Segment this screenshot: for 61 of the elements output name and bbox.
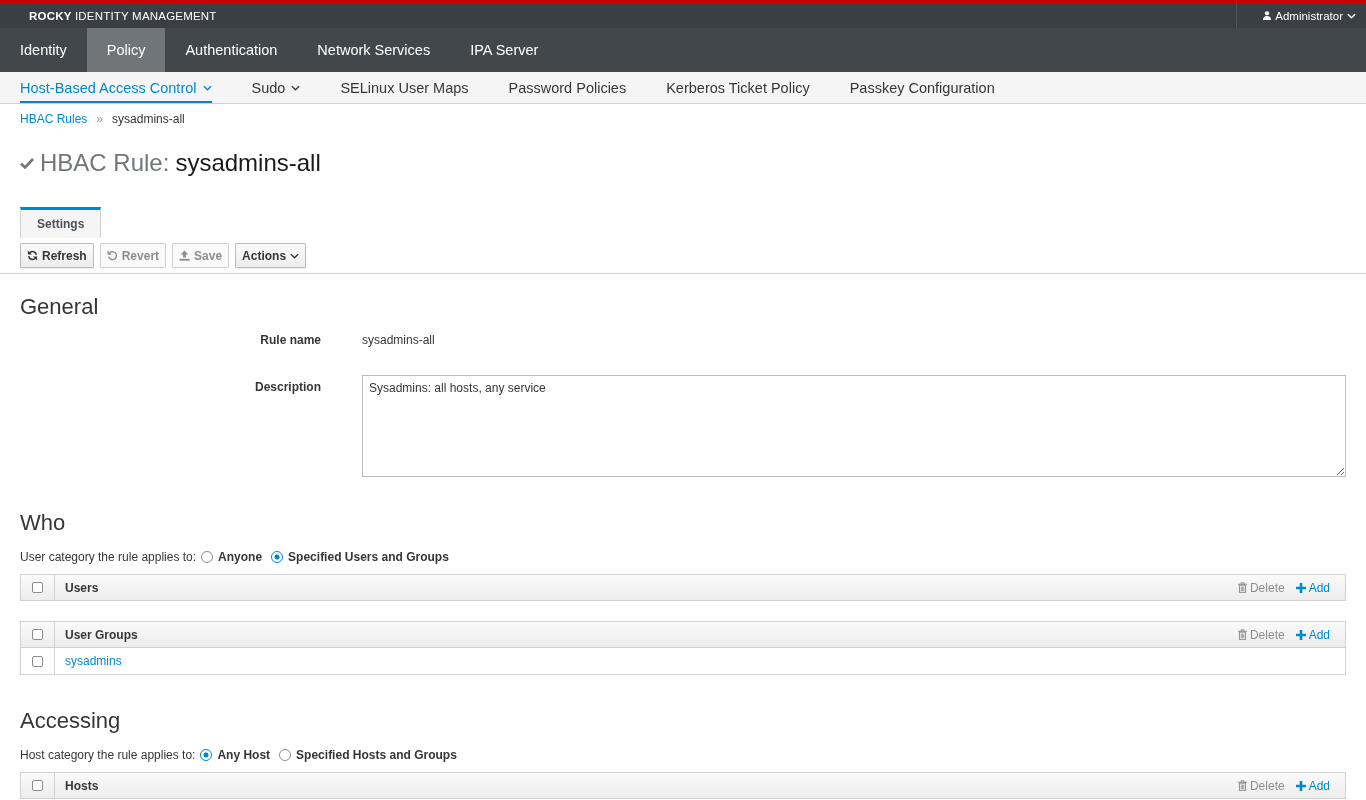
- category-label: Host category the rule applies to:: [20, 747, 196, 763]
- nav-tab[interactable]: Network Services: [297, 28, 451, 72]
- trash-icon: [1237, 582, 1247, 593]
- nav-tab[interactable]: Authentication: [165, 28, 298, 72]
- breadcrumb-current: sysadmins-all: [112, 111, 185, 127]
- sub-nav-tab[interactable]: Sudo: [251, 72, 301, 103]
- sub-nav-tab[interactable]: Host-Based Access Control: [20, 72, 212, 103]
- radio-label[interactable]: Specified Hosts and Groups: [296, 747, 457, 763]
- upload-icon: [179, 250, 191, 261]
- trash-icon: [1237, 780, 1247, 791]
- radio-button[interactable]: [201, 551, 214, 563]
- radio-label[interactable]: Any Host: [217, 747, 271, 763]
- column-header: User Groups: [64, 627, 139, 642]
- category-label: User category the rule applies to:: [20, 549, 197, 565]
- radio-label[interactable]: Anyone: [218, 549, 263, 565]
- nav-tab[interactable]: Policy: [86, 28, 166, 72]
- section-heading: Accessing: [20, 708, 122, 734]
- trash-icon: [1237, 629, 1247, 640]
- plus-icon: [1295, 780, 1306, 791]
- group-link[interactable]: sysadmins: [65, 654, 122, 668]
- add-button[interactable]: Add: [1295, 778, 1330, 793]
- radio-label[interactable]: Specified Users and Groups: [288, 549, 449, 565]
- chevron-down-icon: [1347, 12, 1356, 19]
- plus-icon: [1295, 629, 1306, 640]
- column-header: Hosts: [64, 778, 100, 793]
- add-button[interactable]: Add: [1295, 627, 1330, 642]
- radio-button[interactable]: [279, 749, 292, 761]
- check-icon: [20, 157, 34, 169]
- radio-button[interactable]: [271, 551, 284, 563]
- field-value: sysadmins-all: [362, 332, 435, 348]
- tab[interactable]: Settings: [20, 207, 102, 238]
- sub-nav-tab[interactable]: Passkey Configuration: [849, 72, 995, 103]
- checkbox[interactable]: [32, 629, 43, 640]
- section-heading: General: [20, 294, 100, 320]
- page-title-type: HBAC Rule:: [40, 149, 170, 177]
- description-field[interactable]: Sysadmins: all hosts, any service: [362, 375, 1346, 477]
- user-icon: [1263, 11, 1272, 20]
- nav-tab[interactable]: IPA Server: [450, 28, 559, 72]
- breadcrumb-separator: »: [96, 111, 104, 127]
- chevron-down-icon: [290, 252, 300, 259]
- brand-logo: ROCKY IDENTITY MANAGEMENT: [28, 9, 218, 22]
- column-header: Users: [64, 580, 100, 595]
- actions-dropdown[interactable]: Actions: [235, 243, 307, 268]
- page-title-name: sysadmins-all: [175, 149, 321, 177]
- nav-tab[interactable]: Identity: [0, 28, 87, 72]
- checkbox[interactable]: [32, 780, 43, 791]
- checkbox[interactable]: [32, 655, 43, 667]
- add-button[interactable]: Add: [1295, 580, 1330, 595]
- sub-nav-tab[interactable]: SELinux User Maps: [340, 72, 469, 103]
- refresh-icon: [27, 250, 38, 261]
- breadcrumb-link[interactable]: HBAC Rules: [20, 111, 88, 127]
- sub-nav-tab[interactable]: Password Policies: [508, 72, 627, 103]
- undo-icon: [106, 250, 118, 261]
- refresh-button[interactable]: Refresh: [20, 243, 94, 268]
- sub-nav-tab[interactable]: Kerberos Ticket Policy: [666, 72, 810, 103]
- radio-button[interactable]: [200, 749, 213, 761]
- section-heading: Who: [20, 510, 67, 536]
- field-label: Description: [255, 379, 321, 395]
- plus-icon: [1295, 582, 1306, 593]
- checkbox[interactable]: [32, 582, 43, 593]
- field-label: Rule name: [260, 332, 321, 348]
